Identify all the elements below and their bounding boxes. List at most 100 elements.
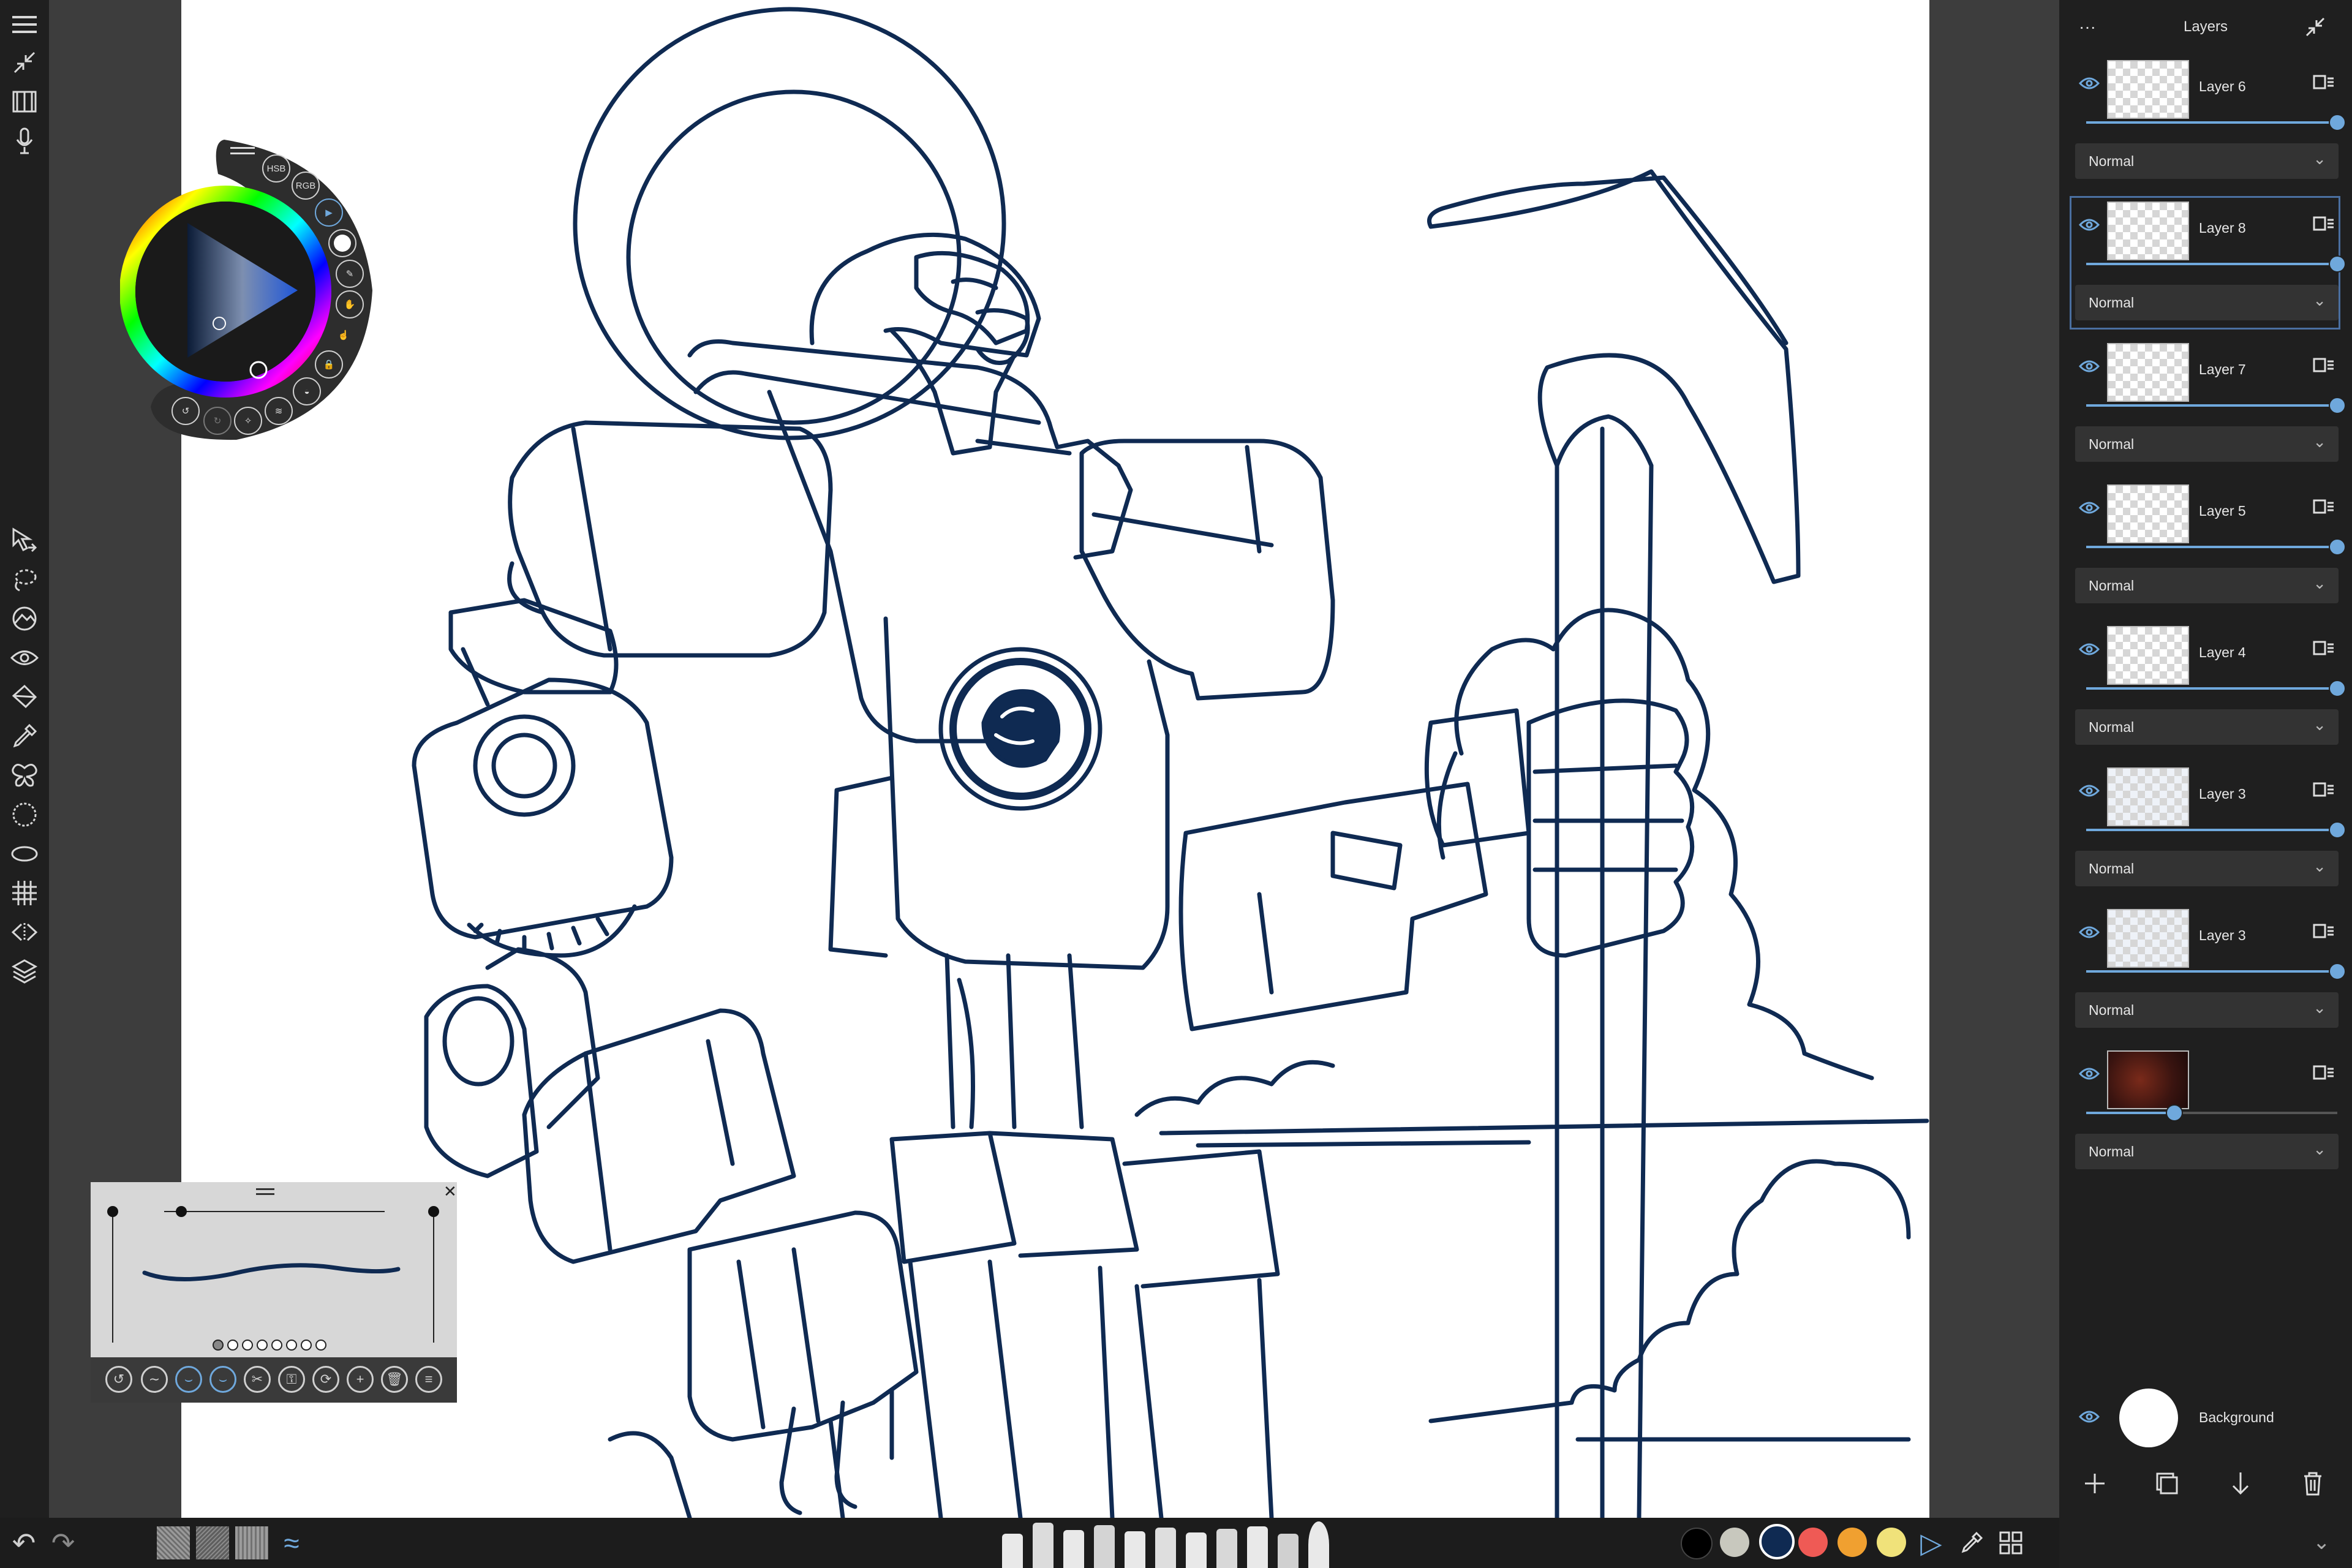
delete-layer-icon[interactable]: [2299, 1470, 2326, 1497]
swatch-orange[interactable]: [1838, 1528, 1867, 1557]
visibility-eye-icon[interactable]: [2078, 1066, 2100, 1081]
layer-thumbnail[interactable]: [2107, 767, 2189, 826]
blend-mode-dropdown[interactable]: Normal ⌄: [2075, 851, 2339, 886]
eyedropper-icon[interactable]: [9, 720, 40, 752]
select-arrow-icon[interactable]: [9, 524, 40, 556]
ruler-circle-icon[interactable]: [9, 799, 40, 831]
fill-shape-icon[interactable]: [9, 603, 40, 635]
add-brush-icon[interactable]: +: [347, 1366, 374, 1393]
layer-row[interactable]: Layer 7 Normal ⌄: [2070, 338, 2346, 470]
flip-icon[interactable]: [9, 916, 40, 948]
eraser-icon[interactable]: ◒: [293, 377, 321, 405]
layer-thumbnail[interactable]: [2107, 1050, 2189, 1109]
taper-icon[interactable]: ⌣: [209, 1366, 236, 1393]
opacity-slider-knob[interactable]: [2329, 821, 2346, 839]
book-icon[interactable]: [9, 86, 40, 118]
collapse-icon[interactable]: [9, 47, 40, 78]
color-wheel-widget[interactable]: HSB RGB ▶ ✎ ✋ ☝ 🔒 ◒ ≋ ✧ ↻ ↺: [119, 137, 377, 442]
redo-icon[interactable]: ↷: [48, 1524, 78, 1562]
brush-lock-icon[interactable]: ⚿: [278, 1366, 305, 1393]
layers-icon[interactable]: [9, 956, 40, 987]
merge-down-icon[interactable]: [2227, 1470, 2254, 1497]
blend-mode-dropdown[interactable]: Normal ⌄: [2075, 143, 2339, 179]
layer-thumbnail[interactable]: [2107, 626, 2189, 685]
brush-reset-icon[interactable]: ↺: [105, 1366, 132, 1393]
layer-row[interactable]: Normal ⌄: [2070, 1046, 2340, 1178]
pen-11[interactable]: [1308, 1521, 1329, 1568]
pen-7[interactable]: [1186, 1532, 1207, 1568]
collapse-panel-icon[interactable]: [2304, 16, 2329, 40]
layer-thumbnail[interactable]: [2107, 909, 2189, 968]
layer-row[interactable]: Layer 6 Normal ⌄: [2070, 55, 2346, 187]
scissors-icon[interactable]: ✂: [244, 1366, 271, 1393]
delete-brush-icon[interactable]: 🗑: [381, 1366, 408, 1393]
undo-icon[interactable]: ↺: [172, 397, 200, 425]
opacity-slider-knob[interactable]: [2165, 1104, 2183, 1121]
stroke-icon[interactable]: ∼: [141, 1366, 168, 1393]
brush-editor-panel[interactable]: ✕ ↺ ∼ ⌣ ⌣ ✂ ⚿ ⟳ + 🗑 ≡: [91, 1182, 457, 1403]
layer-options-icon[interactable]: [2313, 639, 2337, 658]
opacity-slider-knob[interactable]: [2329, 114, 2346, 131]
hsb-mode-button[interactable]: HSB: [262, 154, 290, 183]
pen-3[interactable]: [1063, 1530, 1084, 1568]
background-layer[interactable]: Background: [2070, 1381, 2340, 1455]
swatch-gray[interactable]: [1720, 1528, 1749, 1557]
symmetry-butterfly-icon[interactable]: [9, 760, 40, 791]
layer-row[interactable]: Layer 3 Normal ⌄: [2070, 904, 2346, 1036]
pen-2[interactable]: [1033, 1523, 1054, 1568]
layer-row[interactable]: Layer 3 Normal ⌄: [2070, 763, 2346, 895]
texture-2[interactable]: [196, 1526, 229, 1559]
grid-view-icon[interactable]: [1996, 1524, 2026, 1562]
play-swatch-icon[interactable]: ▷: [1916, 1524, 1947, 1562]
opacity-slider-knob[interactable]: [2329, 397, 2346, 414]
swatch-navy[interactable]: [1759, 1524, 1795, 1559]
refresh-icon[interactable]: ⟳: [312, 1366, 339, 1393]
swatch-yellow[interactable]: [1877, 1528, 1906, 1557]
layer-row[interactable]: Layer 8 Normal ⌄: [2070, 196, 2346, 330]
eyedropper-small-icon[interactable]: ✎: [336, 260, 364, 288]
lasso-icon[interactable]: [9, 564, 40, 595]
menu-icon[interactable]: [9, 9, 40, 40]
pen-8[interactable]: [1216, 1529, 1237, 1568]
opacity-slider[interactable]: [2086, 963, 2346, 980]
visibility-eye-icon[interactable]: [2078, 500, 2100, 515]
texture-1[interactable]: [157, 1526, 190, 1559]
opacity-slider[interactable]: [2086, 680, 2346, 697]
layer-thumbnail[interactable]: [2107, 484, 2189, 543]
play-icon[interactable]: ▶: [315, 198, 343, 227]
brush-settings-icon[interactable]: ≡: [415, 1366, 442, 1393]
white-circle-icon[interactable]: [328, 229, 356, 257]
stack-icon[interactable]: ≋: [265, 397, 293, 425]
hand-icon[interactable]: ✋: [336, 290, 364, 318]
swatch-black[interactable]: [1681, 1528, 1713, 1559]
visibility-eye-icon[interactable]: [2078, 783, 2100, 798]
panel-chevron-icon[interactable]: ⌄: [2313, 1530, 2331, 1555]
redo-icon[interactable]: ↻: [203, 407, 232, 435]
opacity-slider-knob[interactable]: [2329, 680, 2346, 697]
layer-thumbnail[interactable]: [2107, 202, 2189, 260]
opacity-slider[interactable]: [2086, 114, 2346, 131]
blend-mode-dropdown[interactable]: Normal ⌄: [2075, 1134, 2339, 1169]
opacity-slider[interactable]: [2086, 255, 2346, 273]
eye-icon[interactable]: [9, 642, 40, 674]
pen-10[interactable]: [1278, 1534, 1298, 1568]
swatch-red[interactable]: [1798, 1528, 1828, 1557]
curve-icon[interactable]: ⌣: [175, 1366, 202, 1393]
layer-options-icon[interactable]: [2313, 922, 2337, 941]
blend-mode-dropdown[interactable]: Normal ⌄: [2075, 285, 2339, 320]
microphone-icon[interactable]: [9, 125, 40, 157]
pen-4[interactable]: [1094, 1525, 1115, 1568]
rgb-mode-button[interactable]: RGB: [292, 172, 320, 200]
perspective-grid-icon[interactable]: [9, 877, 40, 909]
visibility-eye-icon[interactable]: [2078, 642, 2100, 657]
pen-5[interactable]: [1125, 1531, 1145, 1568]
pen-9[interactable]: [1247, 1526, 1268, 1568]
opacity-slider-knob[interactable]: [2329, 255, 2346, 273]
opacity-slider-knob[interactable]: [2329, 538, 2346, 556]
blend-mode-dropdown[interactable]: Normal ⌄: [2075, 568, 2339, 603]
ellipse-guide-icon[interactable]: [9, 838, 40, 870]
opacity-slider[interactable]: [2086, 821, 2346, 839]
pen-1[interactable]: [1002, 1534, 1023, 1568]
texture-settings-icon[interactable]: ≈: [274, 1524, 309, 1562]
visibility-eye-icon[interactable]: [2078, 217, 2100, 232]
